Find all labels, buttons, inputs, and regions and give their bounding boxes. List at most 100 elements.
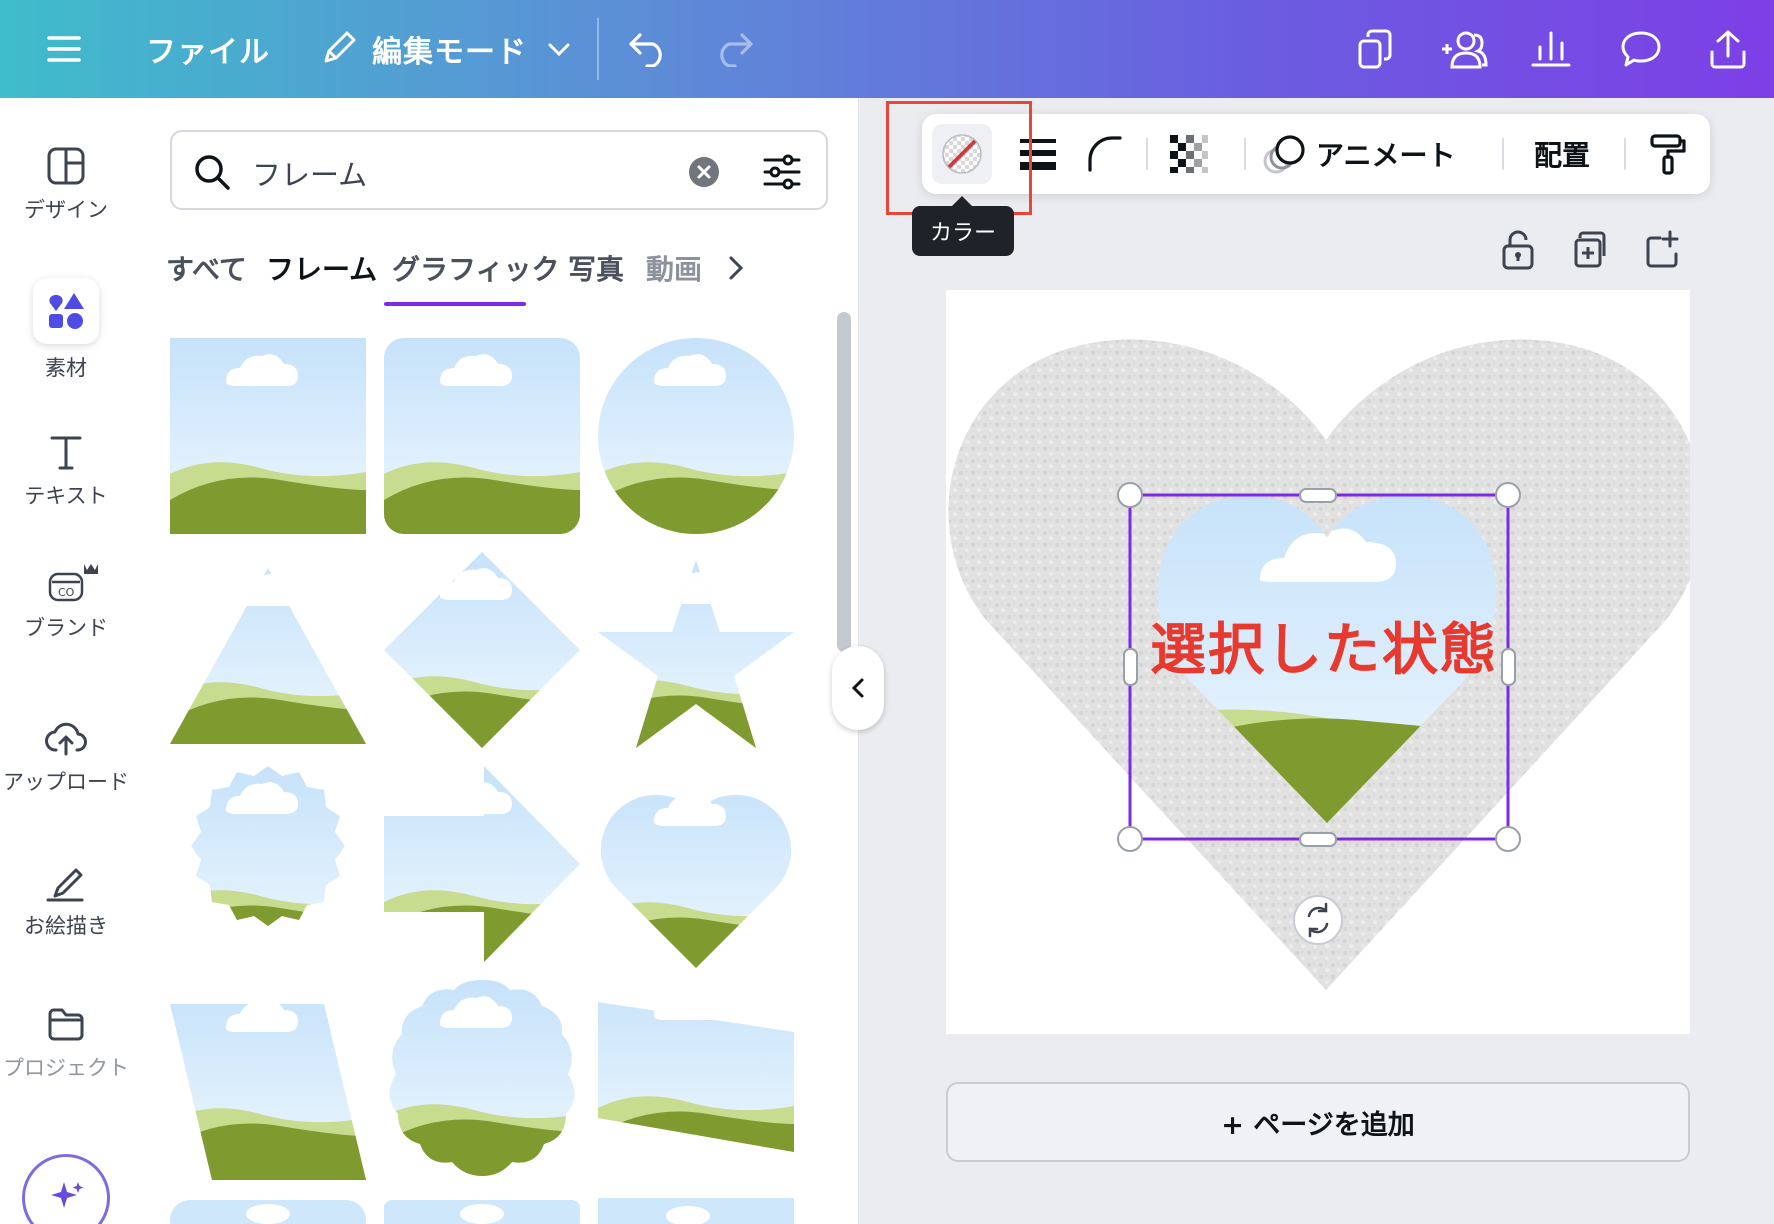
comment-icon[interactable] — [1620, 0, 1662, 98]
animate-icon — [1263, 135, 1305, 174]
svg-text:CO: CO — [58, 586, 75, 599]
panel-scrollbar[interactable] — [837, 312, 851, 652]
frame-star[interactable] — [598, 556, 794, 752]
filter-icon[interactable] — [762, 152, 802, 192]
top-bar: ファイル 編集モード — [0, 0, 1774, 98]
left-rail: デザイン 素材 テキスト CO ブランド アップロード お絵描き プロジェクト — [0, 98, 132, 1224]
elements-icon — [49, 293, 84, 329]
tab-frames[interactable]: フレーム — [266, 248, 377, 288]
chevron-down-icon — [548, 43, 570, 57]
insights-icon[interactable] — [1530, 0, 1572, 98]
position-button[interactable]: 配置 — [1534, 114, 1590, 194]
search-input[interactable]: フレーム — [252, 152, 367, 194]
rail-item-projects[interactable]: プロジェクト — [0, 1004, 132, 1082]
frame-badge[interactable] — [170, 766, 366, 962]
edit-mode-label: 編集モード — [372, 35, 527, 70]
color-tooltip: カラー — [912, 196, 1014, 256]
resize-handle-bottom[interactable] — [1299, 832, 1337, 847]
toolbar-divider — [1146, 138, 1148, 170]
corner-icon — [1088, 136, 1122, 172]
resize-handle-bottom-left[interactable] — [1117, 826, 1143, 852]
topbar-divider — [597, 18, 599, 80]
collapse-panel-button[interactable] — [832, 646, 884, 730]
elements-tile — [33, 278, 99, 344]
rail-item-upload[interactable]: アップロード — [0, 718, 132, 796]
rail-item-text[interactable]: テキスト — [0, 432, 132, 510]
brand-icon: CO — [48, 564, 98, 602]
category-tabs: すべて フレーム グラフィック 写真 動画 — [166, 248, 846, 308]
rail-item-draw[interactable]: お絵描き — [0, 862, 132, 940]
resize-handle-right[interactable] — [1501, 648, 1516, 686]
transparency-icon — [1170, 135, 1208, 173]
tab-videos[interactable]: 動画 — [646, 248, 702, 288]
toolbar-divider — [1624, 138, 1626, 170]
clear-search-icon[interactable] — [688, 156, 720, 188]
draw-icon — [46, 868, 84, 902]
chevron-right-icon[interactable] — [724, 252, 748, 284]
add-page-icon[interactable] — [1644, 230, 1680, 270]
rotate-handle[interactable] — [1293, 895, 1343, 945]
export-icon[interactable] — [1708, 0, 1748, 98]
chevron-left-icon — [851, 678, 864, 698]
undo-icon[interactable] — [628, 0, 670, 98]
frame-circle[interactable] — [598, 338, 794, 534]
add-page-button[interactable]: + ページを追加 — [946, 1082, 1690, 1162]
menu-icon[interactable] — [46, 0, 82, 98]
frame-rounded-square[interactable] — [384, 338, 580, 534]
corner-rounding-button[interactable] — [1084, 114, 1124, 194]
tab-photos[interactable]: 写真 — [568, 248, 624, 288]
frame-triangle[interactable] — [170, 558, 366, 754]
copy-style-button[interactable] — [1648, 114, 1688, 194]
frame-square[interactable] — [170, 338, 366, 534]
paint-roller-icon — [1650, 134, 1686, 175]
search-bar[interactable]: フレーム — [170, 130, 828, 210]
rail-label-text: テキスト — [24, 484, 108, 508]
resize-handle-top[interactable] — [1299, 488, 1337, 503]
toolbar-divider — [1502, 138, 1504, 170]
rail-label-upload: アップロード — [3, 770, 129, 794]
frame-parallelogram[interactable] — [170, 984, 366, 1180]
edit-mode-dropdown[interactable]: 編集モード — [318, 0, 573, 98]
tab-graphics[interactable]: グラフィック — [392, 248, 559, 288]
resize-handle-bottom-right[interactable] — [1495, 826, 1521, 852]
rail-item-design[interactable]: デザイン — [0, 146, 132, 224]
pencil-icon — [324, 31, 356, 63]
rail-item-brand[interactable]: CO ブランド — [0, 560, 132, 642]
rail-label-draw: お絵描き — [24, 914, 108, 938]
frame-arrow[interactable] — [384, 766, 580, 962]
resize-handle-top-left[interactable] — [1117, 482, 1143, 508]
position-label: 配置 — [1534, 139, 1591, 172]
rail-label-design: デザイン — [24, 198, 108, 222]
text-icon — [50, 436, 82, 470]
selected-state-annotation: 選択した状態 — [1150, 618, 1498, 683]
redo-icon[interactable] — [712, 0, 754, 98]
context-toolbar: アニメート 配置 — [922, 114, 1710, 194]
frame-scalloped[interactable] — [384, 980, 580, 1176]
frame-heart[interactable] — [598, 778, 794, 974]
resize-icon[interactable] — [1356, 0, 1396, 98]
rail-label-brand: ブランド — [24, 616, 108, 640]
toolbar-divider — [1244, 138, 1246, 170]
lock-icon[interactable] — [1500, 230, 1536, 270]
design-icon — [47, 147, 85, 185]
tab-all[interactable]: すべて — [166, 248, 247, 288]
animate-button[interactable]: アニメート — [1262, 114, 1455, 194]
sparkle-icon — [51, 1182, 84, 1208]
frame-partial-1[interactable] — [170, 1194, 366, 1224]
frame-partial-3[interactable] — [598, 1194, 794, 1224]
magic-button[interactable] — [22, 1154, 110, 1224]
folder-icon — [48, 1008, 84, 1041]
frame-skewed[interactable] — [598, 1002, 794, 1152]
animate-label: アニメート — [1316, 139, 1456, 172]
rail-item-elements[interactable]: 素材 — [0, 278, 132, 382]
share-people-icon[interactable] — [1438, 0, 1490, 98]
rail-label-elements: 素材 — [45, 356, 87, 380]
transparency-button[interactable] — [1168, 114, 1210, 194]
resize-handle-top-right[interactable] — [1495, 482, 1521, 508]
active-tab-indicator — [384, 302, 526, 306]
frame-partial-2[interactable] — [384, 1194, 580, 1224]
resize-handle-left[interactable] — [1123, 648, 1138, 686]
file-menu[interactable]: ファイル — [146, 0, 270, 98]
duplicate-page-icon[interactable] — [1572, 230, 1608, 270]
frame-diamond[interactable] — [384, 552, 580, 748]
